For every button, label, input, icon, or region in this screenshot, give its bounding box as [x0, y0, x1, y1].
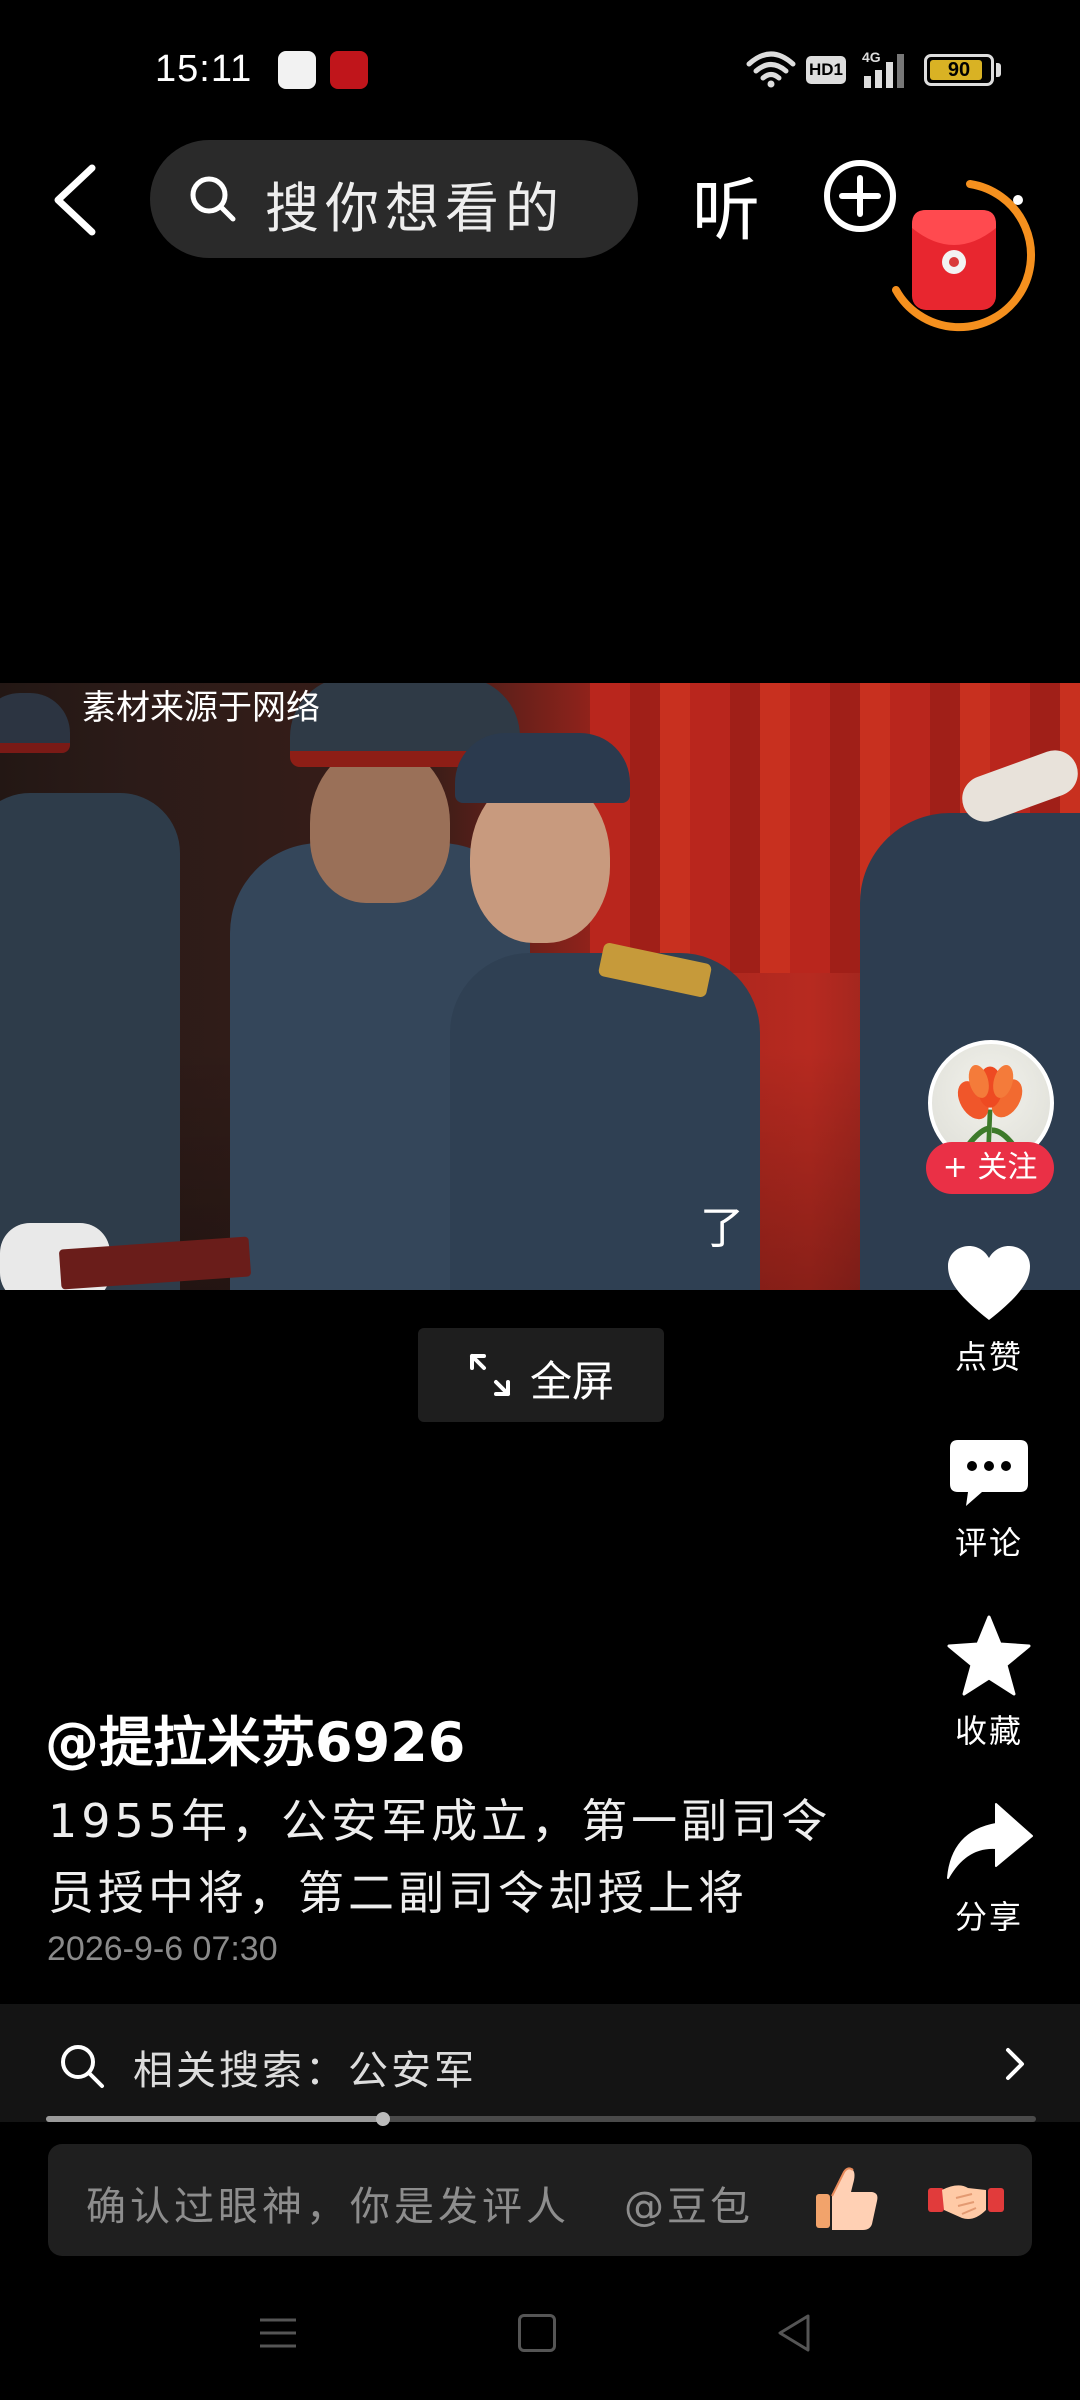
network-type: 4G: [862, 49, 881, 65]
red-packet-icon[interactable]: [880, 170, 1040, 340]
author-name[interactable]: @提拉米苏6926: [45, 1698, 465, 1777]
like-button[interactable]: 点赞: [929, 1244, 1049, 1378]
heart-icon: [948, 1246, 1030, 1320]
comment-button[interactable]: 评论: [929, 1438, 1049, 1564]
related-search-bar[interactable]: 相关搜索：公安军: [0, 2004, 1080, 2122]
signal-icon: 4G: [862, 49, 904, 88]
caption-line-2: 员授中将，第二副司令却授上将: [48, 1866, 748, 1920]
video-player[interactable]: [0, 683, 1080, 1290]
playback-progress-fill: [46, 2116, 383, 2122]
star-icon: [947, 1615, 1031, 1696]
hd-voice-badge: HD1: [806, 56, 846, 84]
battery-tip: [996, 63, 1001, 77]
search-placeholder: 搜你想看的: [265, 177, 565, 240]
nav-home-icon[interactable]: [518, 2314, 556, 2352]
thumbs-up-emoji[interactable]: [810, 2162, 882, 2234]
status-time: 15:11: [155, 48, 253, 90]
head-center: [310, 743, 450, 903]
fullscreen-button[interactable]: 全屏: [418, 1328, 664, 1422]
comment-icon: [950, 1440, 1028, 1506]
mention-doubao[interactable]: @豆包: [624, 2174, 753, 2232]
comment-label: 评论: [954, 1524, 1023, 1562]
related-search-label: 相关搜索：公安军: [133, 2048, 477, 2094]
share-button[interactable]: 分享: [929, 1800, 1049, 1938]
post-caption[interactable]: 1955年，公安军成立，第一副司令 员授中将，第二副司令却授上将: [48, 1785, 848, 1929]
cap-middle: [455, 733, 630, 803]
listen-button[interactable]: 听: [692, 155, 760, 254]
battery-indicator: 90: [924, 54, 994, 86]
source-note: 素材来源于网络: [82, 688, 320, 728]
playback-progress-handle[interactable]: [375, 2112, 390, 2126]
cap-left: [0, 693, 70, 753]
fullscreen-label: 全屏: [530, 1357, 615, 1406]
nav-menu-icon[interactable]: [258, 2316, 298, 2350]
share-icon: [947, 1803, 1033, 1879]
search-icon: [190, 176, 236, 222]
like-label: 点赞: [954, 1338, 1023, 1376]
figure-left: [0, 793, 180, 1290]
share-label: 分享: [954, 1898, 1023, 1936]
post-timestamp: 2026-9-6 07:30: [47, 1930, 278, 1968]
comment-input[interactable]: 确认过眼神，你是发评人 @豆包: [48, 2144, 1032, 2256]
search-icon: [61, 2045, 104, 2088]
mobile-carrier-icon: [278, 51, 316, 89]
chevron-right-icon: [1006, 2048, 1024, 2080]
comment-placeholder: 确认过眼神，你是发评人: [86, 2184, 570, 2230]
caption-line-1: 1955年，公安军成立，第一副司令: [48, 1794, 832, 1848]
follow-button[interactable]: + 关注: [926, 1142, 1054, 1194]
battery-level: 90: [947, 59, 971, 81]
favorite-label: 收藏: [954, 1712, 1023, 1750]
expand-icon: [470, 1354, 510, 1396]
video-subtitle: 了: [700, 1203, 744, 1254]
back-icon[interactable]: [48, 160, 108, 240]
favorite-button[interactable]: 收藏: [929, 1614, 1049, 1752]
notification-app-icon: [330, 51, 368, 89]
search-bar[interactable]: 搜你想看的: [150, 140, 638, 258]
handshake-emoji[interactable]: [928, 2168, 1004, 2232]
nav-back-icon[interactable]: [776, 2312, 812, 2354]
playback-progress-bar[interactable]: [46, 2112, 1036, 2126]
wifi-icon: [746, 51, 796, 88]
